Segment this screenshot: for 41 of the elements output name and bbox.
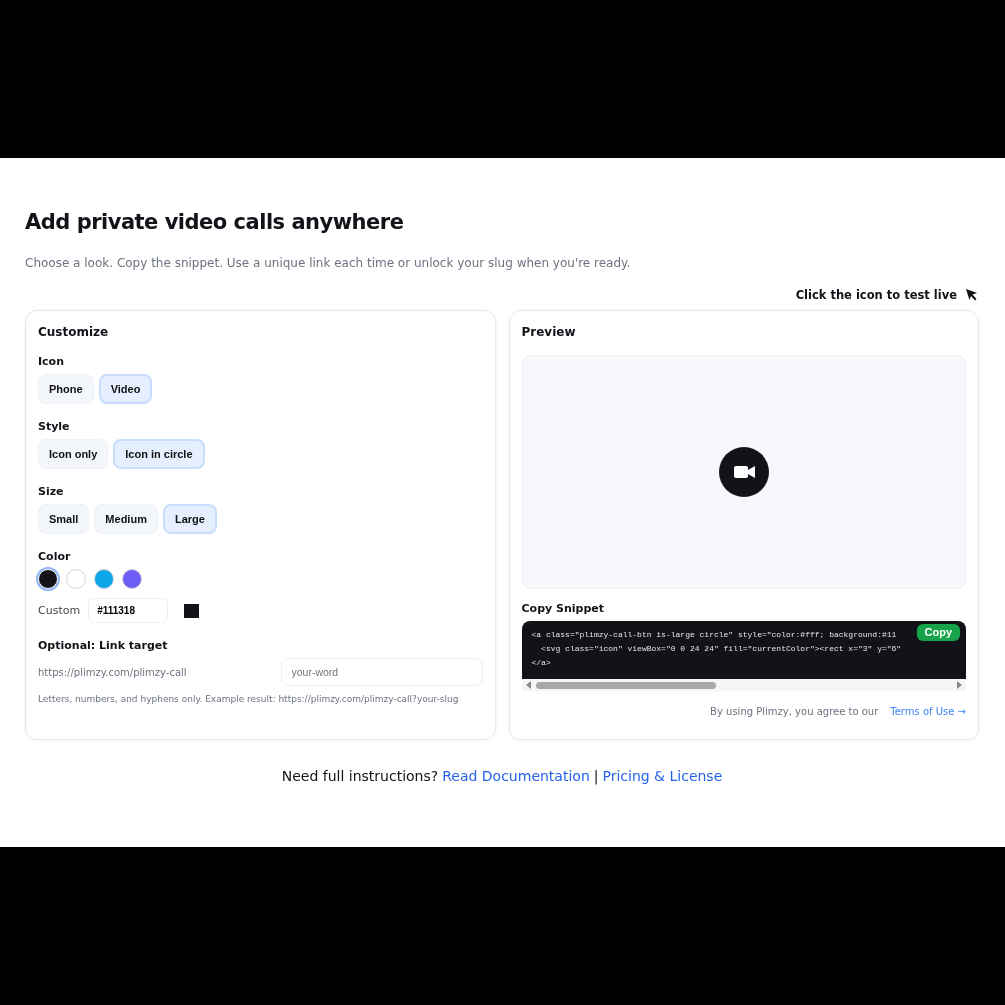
color-swatch[interactable] — [122, 569, 142, 589]
code-line: <a class="plimzy-call-btn is-large circle" style="color:#fff; background:#11 — [531, 629, 897, 641]
option-button[interactable]: Medium — [94, 504, 158, 534]
footer-text: Need full instructions? — [281, 768, 439, 784]
base-url: https://plimzy.com/plimzy-call — [38, 666, 187, 678]
hint-text: Click the icon to test live — [795, 288, 957, 302]
card-title: Customize — [38, 325, 110, 339]
slug-input[interactable]: your-word — [280, 658, 483, 686]
card-title: Preview — [521, 325, 577, 339]
cursor-icon — [965, 288, 979, 302]
page-subtitle: Choose a look. Copy the snippet. Use a unique link each time or unlock your slug when you're ready. — [25, 256, 632, 270]
pricing-link[interactable]: Pricing & License — [602, 768, 723, 784]
group-label: Size — [38, 485, 65, 498]
scroll-left-icon[interactable] — [525, 681, 532, 689]
code-line: <svg class="icon" viewBox="0 0 24 24" fill="currentColor"><rect x="3" y="6" — [540, 643, 902, 655]
code-line: </a> — [531, 657, 551, 669]
terms-text: By using Plimzy, you agree to our — [710, 706, 879, 717]
group-label: Color — [38, 550, 72, 563]
help-text: Letters, numbers, and hyphens only. Example result: https://plimzy.com/plimzy-call?your-slug — [38, 694, 460, 704]
option-button[interactable]: Icon only — [38, 439, 109, 469]
option-button[interactable]: Phone — [38, 374, 94, 404]
option-button[interactable]: Icon in circle — [113, 439, 205, 469]
color-preview — [184, 603, 200, 618]
section-label: Copy Snippet — [521, 602, 605, 615]
custom-label: Custom — [38, 604, 81, 617]
color-swatch[interactable] — [66, 569, 86, 589]
terms-link[interactable]: Terms of Use → — [890, 706, 966, 717]
scroll-right-icon[interactable] — [956, 681, 962, 689]
section-label: Optional: Link target — [38, 639, 169, 652]
option-button[interactable]: Large — [162, 504, 217, 534]
option-button[interactable]: Video — [98, 374, 153, 404]
color-input[interactable]: #111318 — [88, 598, 169, 623]
group-label: Icon — [38, 355, 65, 368]
group-label: Style — [38, 420, 71, 433]
video-call-icon[interactable] — [718, 447, 769, 497]
separator-text: | — [593, 768, 599, 784]
scrollbar[interactable] — [521, 679, 966, 691]
documentation-link[interactable]: Read Documentation — [442, 768, 590, 784]
page-title: Add private video calls anywhere — [25, 210, 405, 234]
color-swatch[interactable] — [94, 569, 114, 589]
option-button[interactable]: Small — [38, 504, 90, 534]
